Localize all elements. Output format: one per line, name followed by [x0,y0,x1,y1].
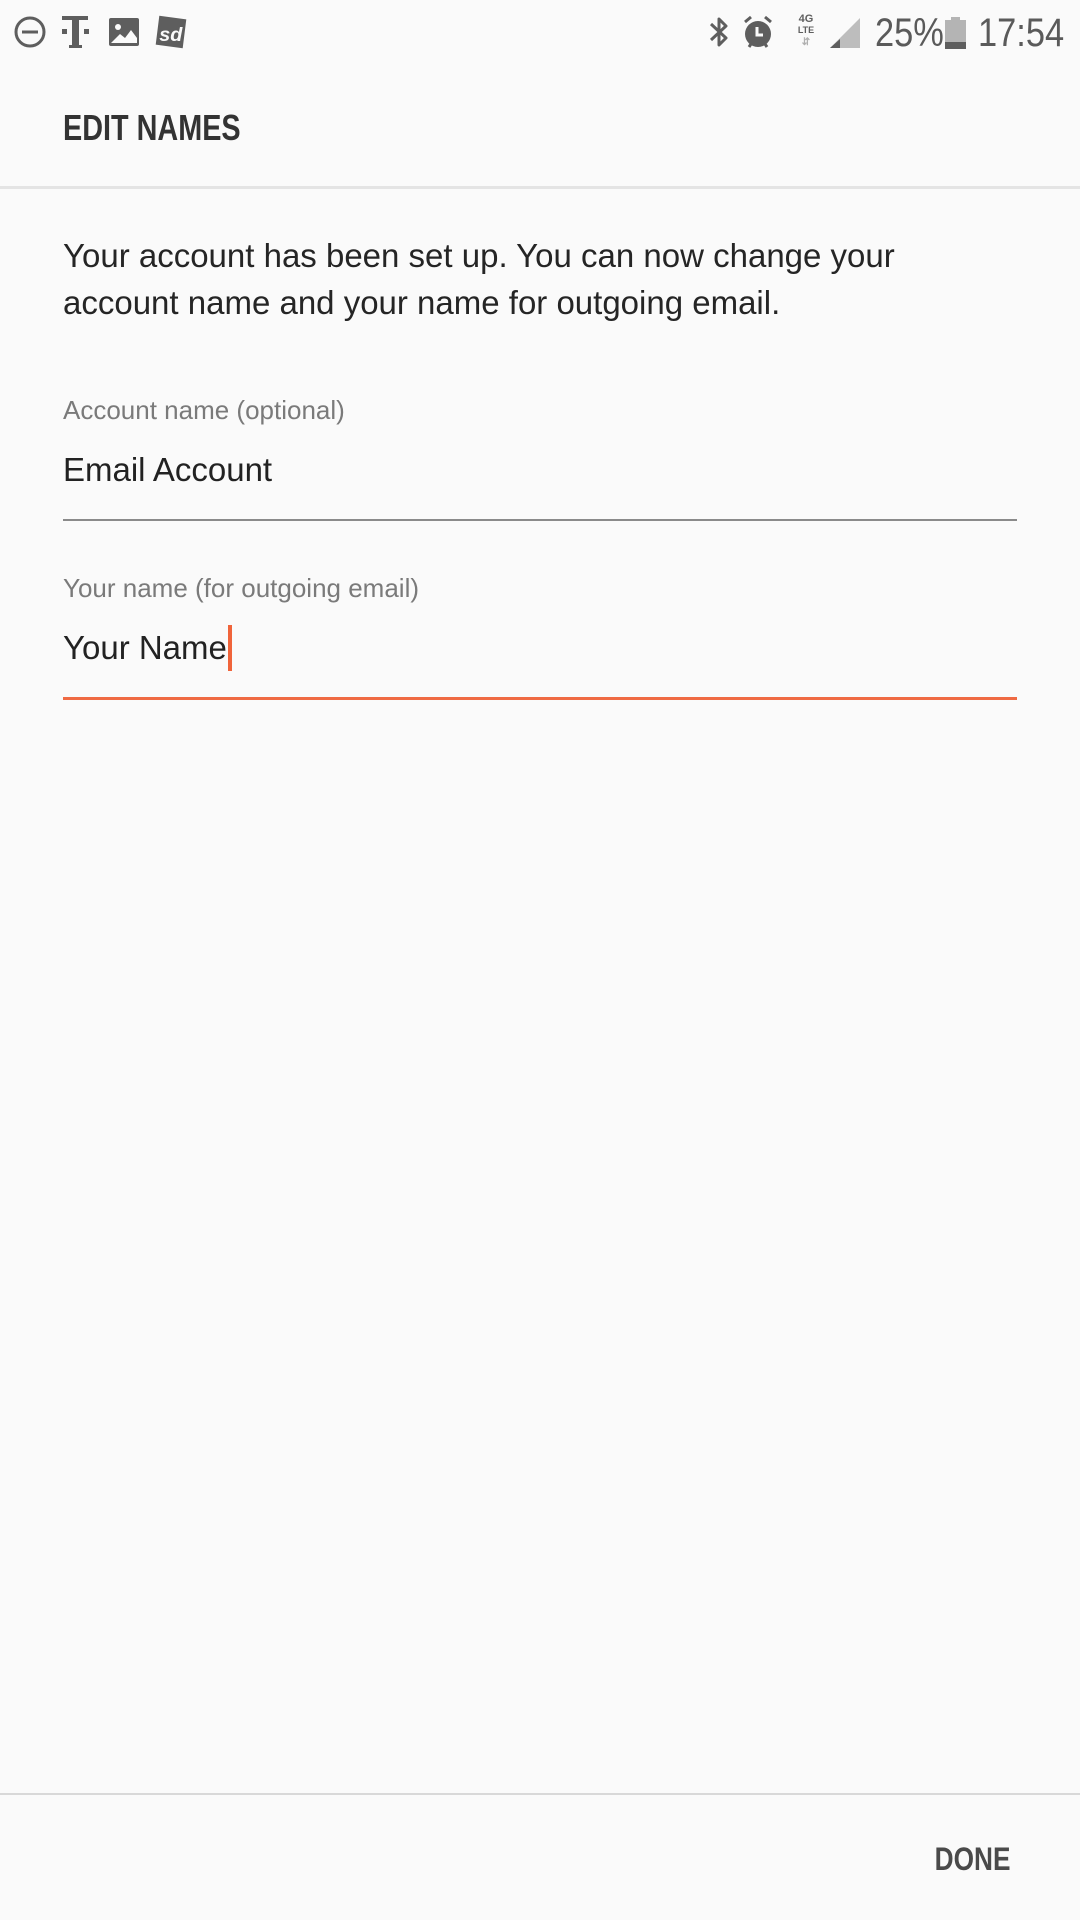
network-type-label: 4G [798,13,814,25]
account-name-underline [63,519,1017,521]
do-not-disturb-icon [14,16,46,48]
battery-fill [945,42,966,49]
page-title: EDIT NAMES [63,107,241,148]
battery-percent: 25% [875,11,944,55]
description-line: account name and your name for outgoing … [63,284,781,321]
network-sub-label: LTE [797,25,815,35]
done-label: DONE [934,1840,1010,1877]
your-name-label: Your name (for outgoing email) [63,573,420,603]
account-name-input[interactable]: Email Account [63,445,1017,495]
account-name-value: Email Account [63,451,273,488]
4g-lte-icon: 4G LTE ⇵ [794,14,818,50]
svg-text:sd: sd [159,24,183,46]
setup-description: Your account has been set up. You can no… [63,232,1023,326]
alarm-icon [744,15,772,48]
bluetooth-icon [709,17,728,47]
your-name-underline-focused [63,697,1017,700]
battery-icon [945,17,966,49]
clock: 17:54 [978,11,1065,55]
status-bar: sd 4G LTE ⇵ 25% 17:54 [0,0,1080,66]
footer-divider [0,1793,1080,1795]
header-divider [0,186,1080,189]
description-line: Your account has been set up. You can no… [63,237,895,274]
data-activity-arrows: ⇵ [801,37,811,48]
account-name-label: Account name (optional) [63,395,345,425]
signal-icon [830,18,860,48]
t-mobile-icon [62,16,89,48]
your-name-input[interactable]: Your Name [63,623,1017,673]
gallery-icon [109,18,139,46]
text-cursor [227,625,232,671]
app-bar: EDIT NAMES [0,66,1080,186]
your-name-value: Your Name [63,629,227,666]
sd-app-icon: sd [155,15,187,49]
edit-names-screen: sd 4G LTE ⇵ 25% 17:54 EDIT NAMES Your ac… [0,0,1080,1920]
done-button[interactable]: DONE [880,1820,1040,1898]
